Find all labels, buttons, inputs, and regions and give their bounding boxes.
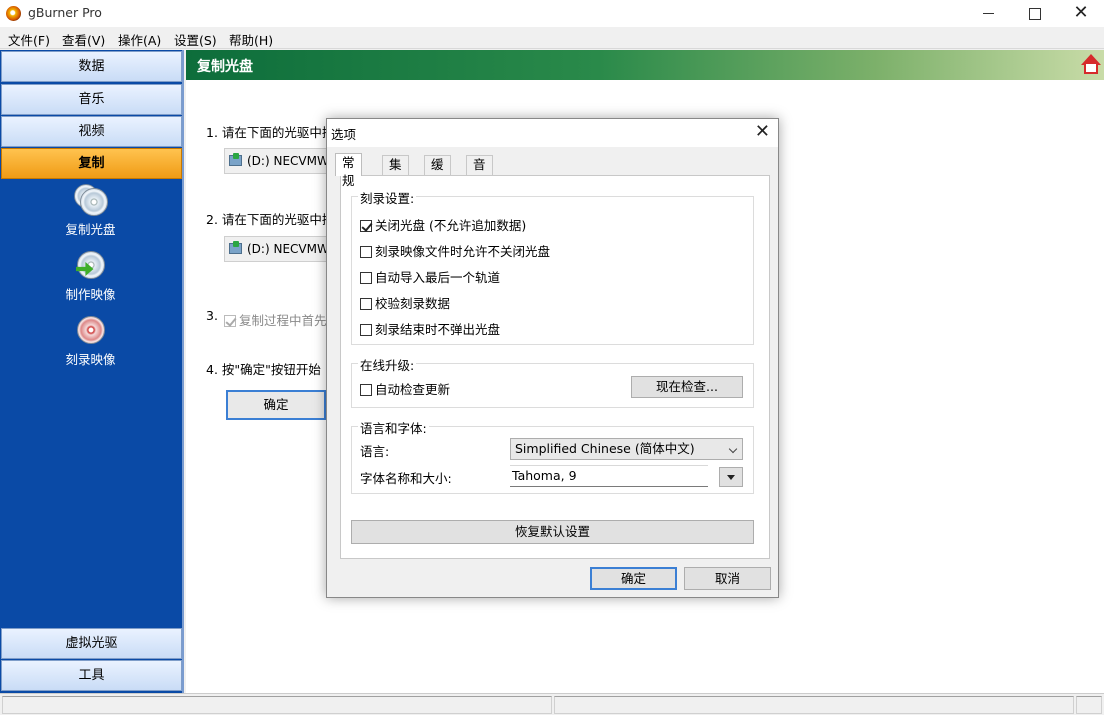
options-dialog: 选项 ✕ 常规 集成 缓冲 音乐 刻录设置: 关闭光盘 (不允许追加数据) 刻录… [326,118,779,598]
minimize-button[interactable] [966,0,1012,27]
burn-settings-group: 刻录设置: 关闭光盘 (不允许追加数据) 刻录映像文件时允许不关闭光盘 自动导入… [351,188,754,345]
checkbox-allow-open-disc[interactable] [360,246,372,258]
checkbox-auto-update[interactable] [360,384,372,396]
font-field[interactable]: Tahoma, 9 [510,465,708,487]
step-3-label: 复制过程中首先 [239,313,327,328]
tab-general[interactable]: 常规 [335,153,362,188]
language-font-label: 语言和字体: [358,418,429,437]
option-label: 自动检查更新 [375,382,451,397]
status-segment-1 [2,696,552,714]
menu-file[interactable]: 文件(F) [8,30,50,49]
language-select[interactable]: Simplified Chinese (简体中文) [510,438,743,460]
page-title: 复制光盘 [197,59,253,75]
tab-panel-general: 刻录设置: 关闭光盘 (不允许追加数据) 刻录映像文件时允许不关闭光盘 自动导入… [340,175,770,559]
resize-grip[interactable] [1076,696,1102,714]
status-bar [0,693,1104,715]
dialog-title-bar: 选项 ✕ [327,119,778,147]
sidebar-sub-make-image[interactable]: 制作映像 [0,250,181,303]
source-drive-select[interactable]: (D:) NECVMW [224,148,334,174]
option-label: 刻录映像文件时允许不关闭光盘 [375,244,551,259]
tab-music[interactable]: 音乐 [466,155,493,190]
sidebar-sub-label: 制作映像 [65,287,116,302]
sidebar-item-copy[interactable]: 复制 [1,148,182,179]
content-header: 复制光盘 [186,50,1104,80]
language-label: 语言: [360,444,390,459]
online-update-group: 在线升级: 自动检查更新 现在检查... [351,355,754,408]
maximize-button[interactable] [1012,0,1058,27]
dialog-title: 选项 [331,127,357,142]
online-update-label: 在线升级: [358,355,417,374]
burn-settings-label: 刻录设置: [358,188,417,207]
font-label: 字体名称和大小: [360,471,452,486]
language-value: Simplified Chinese (简体中文) [515,441,695,456]
step-3-number: 3. [206,308,218,323]
burn-image-icon [76,315,106,345]
menu-settings[interactable]: 设置(S) [174,30,217,49]
restore-defaults-button[interactable]: 恢复默认设置 [351,520,754,544]
checkbox-close-disc[interactable] [360,220,372,232]
checkbox-no-eject[interactable] [360,324,372,336]
dialog-ok-button[interactable]: 确定 [590,567,677,590]
source-drive-label: (D:) NECVMW [247,154,329,168]
dialog-close-icon[interactable]: ✕ [755,121,770,142]
sidebar-sub-label: 刻录映像 [65,352,116,367]
checkbox-verify-data[interactable] [360,298,372,310]
menu-bar: 文件(F) 查看(V) 操作(A) 设置(S) 帮助(H) [0,27,1104,49]
tab-buffer[interactable]: 缓冲 [424,155,451,190]
drive-icon [229,241,242,254]
status-segment-2 [554,696,1074,714]
sidebar-item-virtual-drive[interactable]: 虚拟光驱 [1,628,182,659]
sidebar-sub-copy-disc[interactable]: 复制光盘 [0,184,181,238]
language-font-group: 语言和字体: 语言: Simplified Chinese (简体中文) 字体名… [351,418,754,494]
sidebar-item-music[interactable]: 音乐 [1,84,182,115]
option-no-eject[interactable]: 刻录结束时不弹出光盘 [360,319,500,338]
sidebar-sub-label: 复制光盘 [65,222,116,237]
menu-view[interactable]: 查看(V) [62,30,105,49]
copy-disc-icon [73,184,108,216]
step-3-option[interactable]: 复制过程中首先 [224,310,327,329]
sidebar-item-video[interactable]: 视频 [1,116,182,147]
check-now-button[interactable]: 现在检查... [631,376,743,398]
make-image-icon [75,250,106,280]
tab-integration[interactable]: 集成 [382,155,409,190]
step-3-checkbox[interactable] [224,315,236,327]
step-1-text: 1. 请在下面的光驱中插 [206,125,335,140]
menu-action[interactable]: 操作(A) [118,30,161,49]
dialog-cancel-button[interactable]: 取消 [684,567,771,590]
sidebar-item-tools[interactable]: 工具 [1,660,182,691]
option-import-last-track[interactable]: 自动导入最后一个轨道 [360,267,500,286]
sidebar: 数据 音乐 视频 复制 复制光盘 制作映像 刻录映像 虚拟光驱 工具 [0,50,184,693]
option-auto-update[interactable]: 自动检查更新 [360,379,450,398]
option-close-disc[interactable]: 关闭光盘 (不允许追加数据) [360,215,526,234]
app-disc-icon [6,6,21,21]
font-dropdown-button[interactable] [719,467,743,487]
step-2-text: 2. 请在下面的光驱中插 [206,212,335,227]
home-icon[interactable] [1080,54,1102,76]
step-4-text: 4. 按"确定"按钮开始 [206,362,321,377]
sidebar-sub-burn-image[interactable]: 刻录映像 [0,315,181,368]
option-label: 校验刻录数据 [375,296,451,311]
option-label: 关闭光盘 (不允许追加数据) [375,218,527,233]
menu-help[interactable]: 帮助(H) [229,30,273,49]
window-title: gBurner Pro [28,5,102,20]
chevron-down-icon [728,444,738,454]
option-allow-open-disc[interactable]: 刻录映像文件时允许不关闭光盘 [360,241,550,260]
title-bar: gBurner Pro ✕ [0,0,1104,27]
drive-icon [229,153,242,166]
target-drive-label: (D:) NECVMW [247,242,329,256]
close-button[interactable]: ✕ [1058,0,1104,27]
sidebar-item-data[interactable]: 数据 [1,51,182,82]
target-drive-select[interactable]: (D:) NECVMW [224,236,334,262]
option-verify-data[interactable]: 校验刻录数据 [360,293,450,312]
option-label: 自动导入最后一个轨道 [375,270,501,285]
option-label: 刻录结束时不弹出光盘 [375,322,501,337]
checkbox-import-last-track[interactable] [360,272,372,284]
start-ok-button[interactable]: 确定 [226,390,326,420]
